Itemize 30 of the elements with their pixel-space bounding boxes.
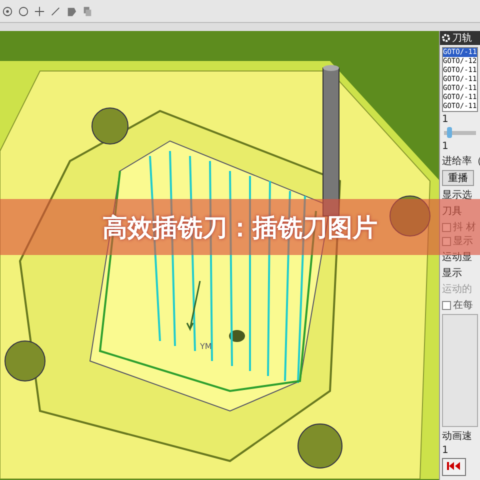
replay-tab[interactable]: 重播 [442,170,474,186]
display-options-label: 显示选 [441,188,473,202]
checkbox-label: 抖 材 [453,220,476,234]
slider-min-label: 1 [441,141,450,152]
checkbox[interactable] [442,222,451,232]
checkbox-label: 在每 [453,299,473,312]
rewind-button[interactable] [442,458,466,476]
animation-speed-label: 动画速 [441,430,473,443]
panel-title: 刀轨 [452,32,472,45]
speed-value: 1 [441,445,450,456]
checkbox-label: 显示 [453,235,473,248]
motion-display-label: 运动显 [441,250,473,264]
axis-label: YM [200,342,212,351]
layers-icon[interactable] [82,6,93,16]
rewind-icon [447,462,461,470]
checkbox[interactable] [442,300,451,310]
target-icon[interactable] [2,6,13,16]
axis-arrow [186,280,201,332]
plus-icon[interactable] [34,6,45,16]
slider-thumb[interactable] [447,127,452,138]
settings-icon[interactable] [441,33,451,43]
display-label: 显示 [441,267,463,280]
banner-title: 高效插铣刀：插铣刀图片 [102,212,378,244]
shape-icon[interactable] [66,6,77,16]
checkbox[interactable] [442,236,451,246]
tool-label: 刀具 [441,205,463,218]
circle-icon[interactable] [18,6,29,16]
line-icon[interactable] [50,6,61,16]
slider-max-label: 1 [441,114,450,125]
motion-label: 运动的 [441,282,473,296]
